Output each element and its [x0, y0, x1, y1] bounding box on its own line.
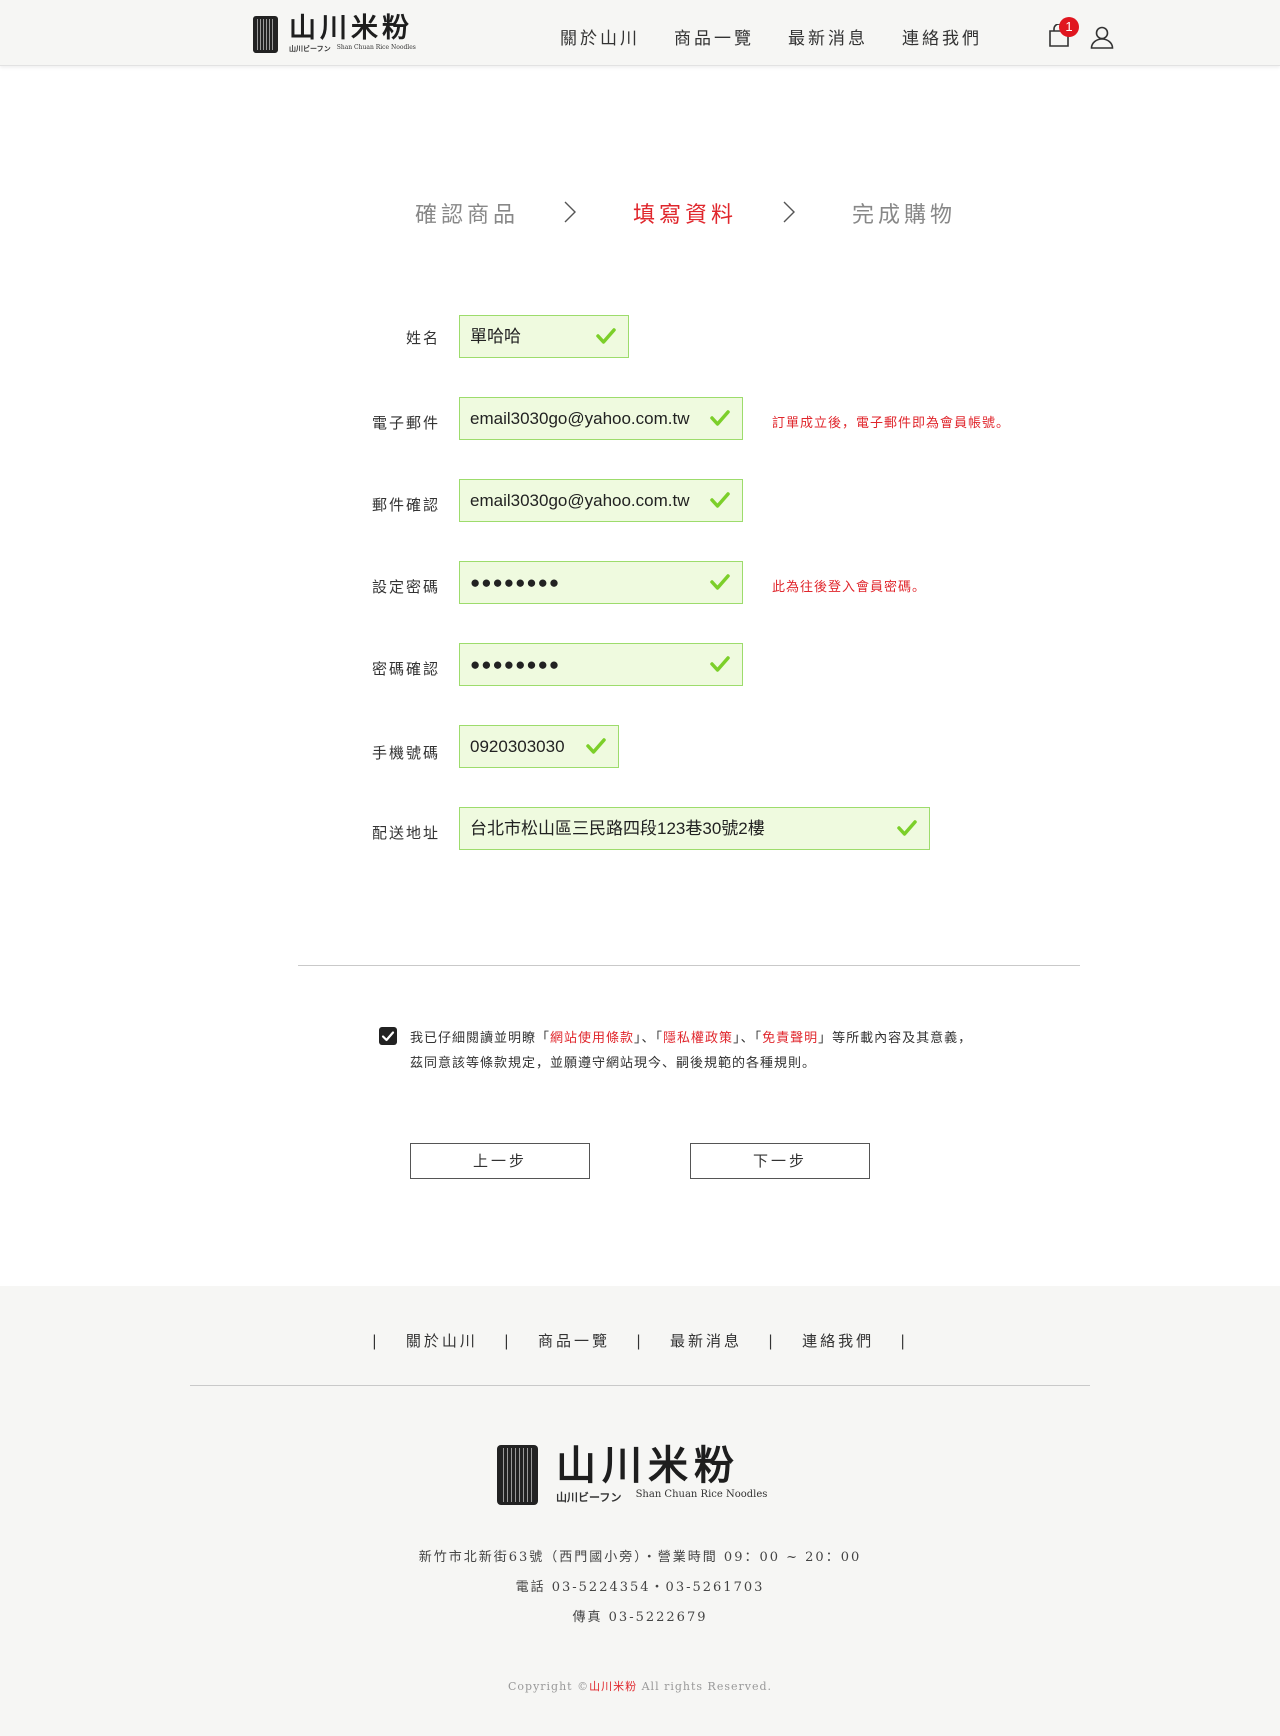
step-complete: 完成購物: [852, 203, 957, 228]
phone-value: 0920303030: [470, 737, 565, 756]
email-field[interactable]: email3030go@yahoo.com.tw: [459, 397, 743, 440]
check-icon: [710, 492, 730, 508]
cart-count-badge: 1: [1059, 17, 1079, 37]
check-icon: [586, 738, 606, 754]
name-value: 單哈哈: [470, 327, 521, 346]
footer-logo: 山川米粉 山川ビーフン Shan Chuan Rice Noodles: [497, 1445, 767, 1505]
password-confirm-label: 密碼確認: [371, 660, 440, 678]
password-value: ●●●●●●●●: [470, 573, 561, 592]
prev-step-button[interactable]: 上一步: [410, 1143, 590, 1179]
user-icon[interactable]: [1090, 25, 1114, 49]
footer-nav-separator: |: [371, 1332, 380, 1350]
password-note: 此為往後登入會員密碼。: [772, 580, 927, 595]
chevron-right-icon: [783, 201, 795, 223]
address-field[interactable]: 台北市松山區三民路四段123巷30號2樓: [459, 807, 930, 850]
footer-nav-about[interactable]: 關於山川: [406, 1332, 478, 1350]
email-confirm-field[interactable]: email3030go@yahoo.com.tw: [459, 479, 743, 522]
form-divider: [298, 965, 1080, 966]
email-label: 電子郵件: [371, 414, 440, 432]
terms-of-use-link[interactable]: 網站使用條款: [550, 1031, 634, 1046]
footer-nav-separator: |: [768, 1332, 777, 1350]
logo-text: 山川米粉 山川ビーフン Shan Chuan Rice Noodles: [289, 15, 416, 54]
password-label: 設定密碼: [371, 578, 440, 596]
next-step-button[interactable]: 下一步: [690, 1143, 870, 1179]
agreement-line2: 茲同意該等條款規定，並願遵守網站現今、嗣後規範的各種規則。: [410, 1056, 817, 1071]
footer-nav-contact[interactable]: 連絡我們: [802, 1332, 874, 1350]
step-fill-info: 填寫資料: [633, 203, 738, 228]
copyright-prefix: Copyright ©: [507, 1680, 590, 1693]
agreement-sep-2: 」、「: [733, 1031, 763, 1046]
check-icon: [596, 328, 616, 344]
address-value: 台北市松山區三民路四段123巷30號2樓: [470, 819, 765, 838]
check-icon: [897, 820, 917, 836]
nav-products[interactable]: 商品一覽: [674, 24, 754, 49]
agreement-sep-1: 」、「: [634, 1031, 664, 1046]
footer-nav-separator: |: [503, 1332, 512, 1350]
email-confirm-value: email3030go@yahoo.com.tw: [470, 491, 690, 510]
footer-nav-separator: |: [900, 1332, 909, 1350]
email-note: 訂單成立後，電子郵件即為會員帳號。: [772, 416, 1011, 431]
site-footer: [0, 1286, 1280, 1736]
footer-logo-sub-jp: 山川ビーフン: [556, 1491, 622, 1504]
chevron-right-icon: [564, 201, 576, 223]
logo-mark-icon: [253, 15, 278, 53]
nav-news[interactable]: 最新消息: [788, 24, 868, 49]
phone-label: 手機號碼: [371, 744, 440, 762]
checkout-steps: 確認商品 填寫資料 完成購物: [0, 197, 1280, 231]
step-confirm-items: 確認商品: [415, 203, 520, 228]
footer-divider: [190, 1385, 1090, 1386]
privacy-policy-link[interactable]: 隱私權政策: [663, 1031, 733, 1046]
logo-sub-jp: 山川ビーフン: [289, 43, 331, 53]
email-confirm-label: 郵件確認: [371, 496, 440, 514]
logo-name: 山川米粉: [289, 12, 413, 44]
footer-logo-name: 山川米粉: [556, 1442, 740, 1489]
email-value: email3030go@yahoo.com.tw: [470, 409, 690, 428]
agree-checkbox[interactable]: [379, 1027, 397, 1045]
footer-phone: 電話 03-5224354・03-5261703: [515, 1580, 765, 1595]
footer-logo-text: 山川米粉 山川ビーフン Shan Chuan Rice Noodles: [556, 1445, 767, 1505]
checkmark-icon: [381, 1031, 395, 1042]
disclaimer-link[interactable]: 免責聲明: [762, 1031, 818, 1046]
password-confirm-value: ●●●●●●●●: [470, 655, 561, 674]
phone-field[interactable]: 0920303030: [459, 725, 619, 768]
copyright: Copyright ©山川米粉 All rights Reserved.: [0, 1678, 1280, 1694]
logo-subtitle: 山川ビーフン Shan Chuan Rice Noodles: [289, 44, 416, 54]
footer-logo-subtitle: 山川ビーフン Shan Chuan Rice Noodles: [556, 1489, 767, 1505]
nav-contact[interactable]: 連絡我們: [902, 24, 982, 49]
footer-nav-separator: |: [635, 1332, 645, 1350]
password-confirm-field[interactable]: ●●●●●●●●: [459, 643, 743, 686]
name-label: 姓名: [405, 329, 440, 347]
check-icon: [710, 574, 730, 590]
agreement-suffix: 」等所載內容及其意義，: [818, 1031, 973, 1046]
main-nav: 關於山川 商品一覽 最新消息 連絡我們: [560, 24, 1016, 49]
password-field[interactable]: ●●●●●●●●: [459, 561, 743, 604]
nav-about[interactable]: 關於山川: [560, 24, 640, 49]
footer-address: 新竹市北新街63號（西門國小旁）・營業時間 09：00 ~ 20：00: [418, 1550, 862, 1565]
agreement-prefix: 我已仔細閱讀並明瞭「: [410, 1031, 551, 1046]
check-icon: [710, 656, 730, 672]
footer-fax: 傳真 03-5222679: [572, 1610, 708, 1625]
agreement-text: 我已仔細閱讀並明瞭「網站使用條款」、「隱私權政策」、「免責聲明」等所載內容及其意…: [410, 1026, 1010, 1076]
footer-nav-news[interactable]: 最新消息: [670, 1332, 742, 1350]
logo-mark-icon: [497, 1445, 538, 1505]
copyright-brand: 山川米粉: [589, 1680, 638, 1693]
check-icon: [710, 410, 730, 426]
copyright-suffix: All rights Reserved.: [637, 1680, 773, 1693]
footer-nav: | 關於山川 | 商品一覽 | 最新消息 | 連絡我們 |: [0, 1330, 1280, 1351]
address-label: 配送地址: [371, 824, 440, 842]
site-logo[interactable]: 山川米粉 山川ビーフン Shan Chuan Rice Noodles: [253, 15, 416, 53]
footer-logo-sub-en: Shan Chuan Rice Noodles: [635, 1489, 768, 1500]
footer-nav-products[interactable]: 商品一覽: [538, 1332, 610, 1350]
name-field[interactable]: 單哈哈: [459, 315, 629, 358]
logo-sub-en: Shan Chuan Rice Noodles: [336, 43, 416, 51]
site-header: 山川米粉 山川ビーフン Shan Chuan Rice Noodles 關於山川…: [0, 0, 1280, 66]
